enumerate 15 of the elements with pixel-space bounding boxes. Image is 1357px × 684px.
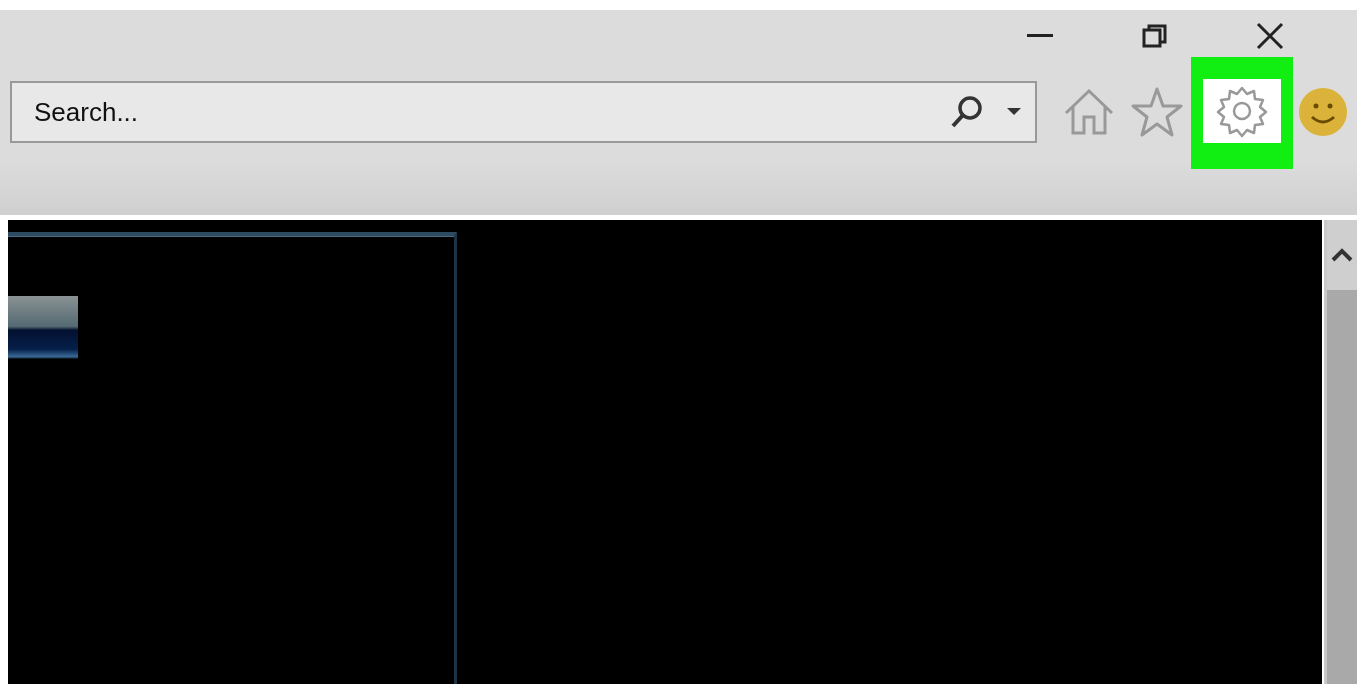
close-icon xyxy=(1255,22,1284,50)
settings-icon xyxy=(1215,84,1269,138)
restore-icon xyxy=(1141,23,1168,49)
star-icon xyxy=(1130,86,1184,138)
scrollbar[interactable] xyxy=(1324,220,1357,684)
search-field[interactable]: Search... xyxy=(32,95,949,129)
scroll-up-button[interactable] xyxy=(1327,220,1357,290)
caret-icon[interactable] xyxy=(1007,108,1021,116)
minimize-icon xyxy=(1026,34,1053,38)
search-box[interactable]: Search... xyxy=(10,81,1037,143)
search-icon xyxy=(949,94,985,130)
smiley-icon xyxy=(1298,87,1348,137)
home-icon xyxy=(1062,87,1116,137)
chevron-up-icon xyxy=(1331,248,1353,262)
settings-button[interactable] xyxy=(1203,79,1281,143)
